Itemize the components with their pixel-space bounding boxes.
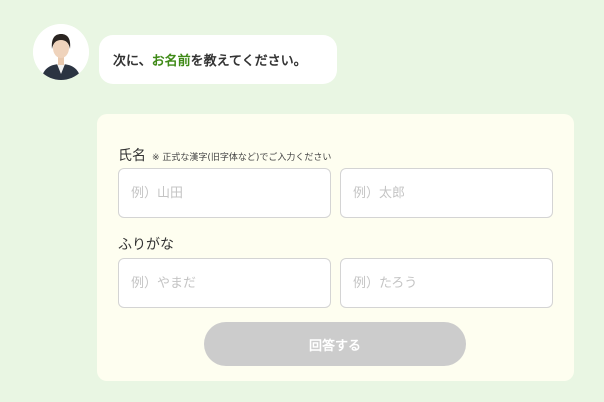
last-name-input[interactable]: [118, 168, 331, 218]
chat-message-suffix: を教えてください。: [190, 54, 307, 69]
name-form-card: 氏名 ※ 正式な漢字(旧字体など)でご入力ください ふりがな 回答する: [97, 114, 574, 381]
name-note: ※ 正式な漢字(旧字体など)でご入力ください: [152, 153, 332, 163]
operator-avatar: [33, 24, 89, 80]
last-kana-input[interactable]: [118, 258, 331, 308]
name-label: 氏名: [118, 148, 146, 164]
operator-portrait-icon: [33, 24, 89, 80]
chat-message-bubble: 次に、 お名前 を教えてください。: [99, 35, 337, 84]
first-name-input[interactable]: [340, 168, 553, 218]
kana-label: ふりがな: [118, 237, 174, 253]
chat-message-highlight: お名前: [151, 54, 191, 69]
submit-button[interactable]: 回答する: [204, 322, 466, 366]
first-kana-input[interactable]: [340, 258, 553, 308]
chat-message-prefix: 次に、: [113, 54, 152, 69]
name-label-row: 氏名 ※ 正式な漢字(旧字体など)でご入力ください: [118, 145, 331, 165]
